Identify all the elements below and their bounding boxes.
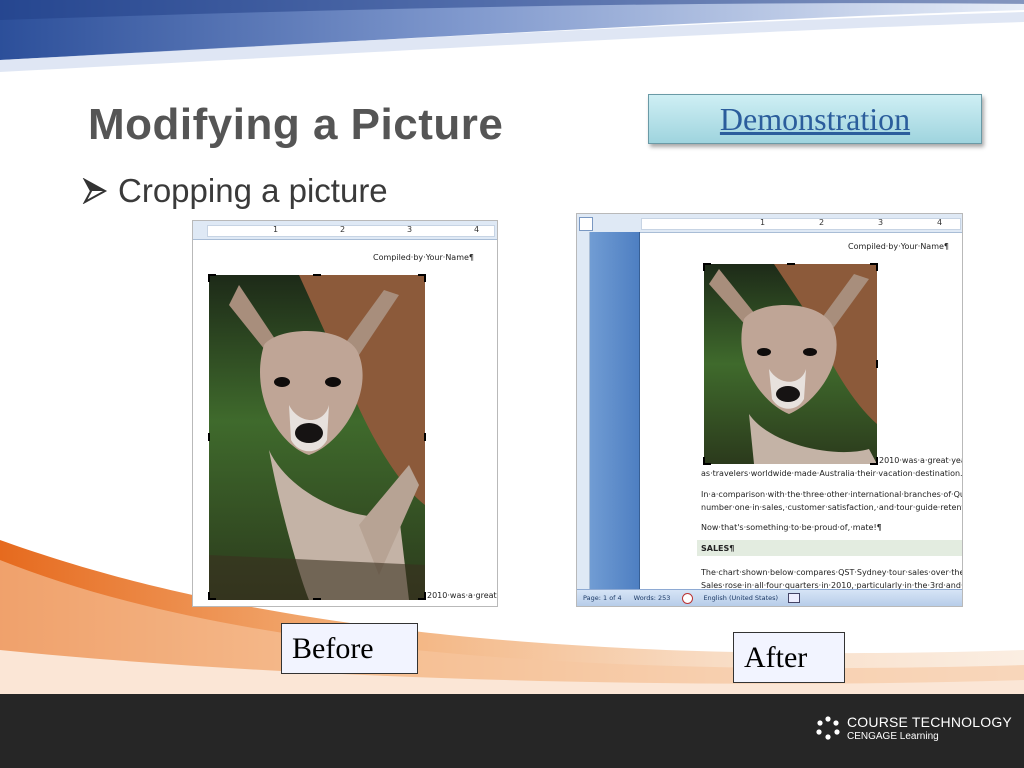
ruler-number: 3 [878, 218, 884, 227]
demonstration-button[interactable]: Demonstration [648, 94, 982, 144]
doc-body-fragment: 2010·was·a·great [427, 591, 497, 600]
ruler-number: 2 [340, 225, 346, 234]
doc-header-text: Compiled·by·Your·Name¶ [848, 242, 950, 251]
proofing-icon[interactable] [682, 592, 694, 604]
bullet-item: Cropping a picture [82, 172, 388, 210]
demonstration-link[interactable]: Demonstration [720, 101, 910, 138]
doc-header-text: Compiled·by·Your·Name¶ [373, 253, 475, 262]
doc-heading-sales: SALES¶ [701, 544, 735, 553]
ruler-number: 4 [474, 225, 480, 234]
doc-line: as·travelers·worldwide·made·Australia·th… [701, 469, 963, 478]
ruler-number: 3 [407, 225, 413, 234]
after-screenshot: 1 2 3 4 Compiled·by·Your·Name¶ 2010·was·… [576, 213, 963, 607]
kangaroo-photo[interactable] [209, 275, 425, 600]
logo-line-2: CENGAGE Learning [847, 731, 939, 742]
kangaroo-photo-cropped[interactable] [704, 264, 877, 464]
tab-selector-icon[interactable] [579, 217, 593, 231]
vertical-ruler [577, 232, 590, 590]
sales-heading-band [697, 540, 962, 556]
ruler-number: 1 [273, 225, 279, 234]
doc-line: In·a·comparison·with·the·three·other·int… [701, 490, 963, 499]
cengage-star-icon [816, 716, 840, 740]
status-bar: Page: 1 of 4 Words: 253 English (United … [577, 589, 962, 606]
doc-line: The·chart·shown·below·compares·QST·Sydne… [701, 568, 963, 577]
status-words[interactable]: Words: 253 [634, 594, 671, 602]
arrow-bullet-icon [82, 178, 108, 204]
ruler-number: 4 [937, 218, 943, 227]
course-technology-logo: COURSE TECHNOLOGY CENGAGE Learning [815, 714, 1012, 742]
status-page[interactable]: Page: 1 of 4 [583, 594, 622, 602]
horizontal-ruler: 1 2 3 4 [577, 214, 962, 233]
doc-line: number·one·in·sales,·customer·satisfacti… [701, 503, 963, 512]
macro-record-icon[interactable] [788, 593, 801, 603]
ruler-number: 2 [819, 218, 825, 227]
horizontal-ruler: 1 2 3 4 [193, 221, 497, 240]
doc-line: 2010·was·a·great·year· [879, 456, 963, 465]
after-caption: After [733, 632, 845, 683]
status-language[interactable]: English (United States) [703, 594, 778, 602]
slide-title: Modifying a Picture [88, 100, 504, 149]
top-swoosh-decoration [0, 0, 1024, 72]
bullet-text: Cropping a picture [118, 172, 388, 209]
doc-line: Now·that's·something·to·be·proud·of,·mat… [701, 523, 882, 532]
logo-line-1: COURSE TECHNOLOGY [847, 714, 1012, 730]
ruler-number: 1 [760, 218, 766, 227]
before-caption: Before [281, 623, 418, 674]
before-screenshot: 1 2 3 4 Compiled·by·Your·Name¶ 2010·was·… [192, 220, 498, 607]
